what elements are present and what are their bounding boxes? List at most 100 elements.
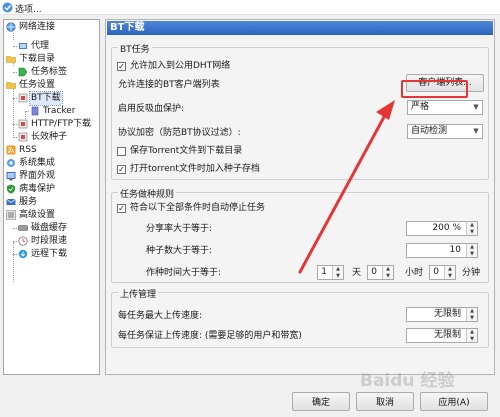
network-icon bbox=[6, 22, 16, 32]
disk-cache-icon bbox=[18, 225, 28, 231]
tree-item-system-integration[interactable]: 系统集成 bbox=[5, 157, 99, 170]
auto-stop-label: 符合以下全部条件时自动停止任务 bbox=[130, 203, 266, 213]
ratio-value: 200 % bbox=[432, 223, 461, 233]
max-upload-input[interactable]: 无限制 ▲ ▼ bbox=[406, 307, 478, 322]
tree-label: Tracker bbox=[43, 106, 76, 116]
encryption-select[interactable]: 自动检测 ▼ bbox=[407, 124, 483, 139]
window-content: 网络连接 代理 下载目录 任务标签 任务设置 BT下载 Tracker HTTP… bbox=[0, 15, 500, 417]
open-torrent-checkbox[interactable]: ✓ bbox=[117, 165, 126, 174]
allowed-clients-label: 允许连接的BT客户端列表 bbox=[118, 80, 220, 90]
hours-value: 0 bbox=[371, 267, 377, 277]
ok-button[interactable]: 确定 bbox=[292, 392, 350, 411]
apply-button[interactable]: 应用(A) bbox=[420, 392, 488, 411]
tree-label: 病毒保护 bbox=[19, 184, 56, 194]
tree-item-download-dir[interactable]: 下载目录 bbox=[5, 53, 99, 66]
max-upload-spinner[interactable]: ▲ ▼ bbox=[466, 308, 477, 321]
tree-item-remote-download[interactable]: 远程下载 bbox=[13, 248, 99, 261]
minutes-input[interactable]: 0 ▲ ▼ bbox=[429, 265, 456, 280]
tree-item-appearance[interactable]: 界面外观 bbox=[5, 170, 99, 183]
panel-title: BT下载 bbox=[107, 21, 493, 35]
tree-item-task-tags[interactable]: 任务标签 bbox=[13, 66, 99, 79]
tree-label: 时段限速 bbox=[31, 236, 68, 246]
watermark: Baidu 经验 bbox=[360, 371, 455, 391]
tree-item-long-seed[interactable]: 长效种子 bbox=[13, 131, 99, 144]
tree-label: 任务设置 bbox=[19, 80, 56, 90]
ratio-spinner[interactable]: ▲ ▼ bbox=[466, 222, 477, 235]
tree-label: 网络连接 bbox=[19, 22, 56, 32]
tree-item-disk-cache[interactable]: 磁盘缓存 bbox=[13, 222, 99, 235]
speed-limit-icon bbox=[18, 236, 28, 246]
advanced-settings-icon bbox=[6, 210, 16, 220]
guarantee-upload-label: 每任务保证上传速度: (需要足够的用户和带宽) bbox=[118, 331, 302, 341]
max-upload-label: 每任务最大上传速度: bbox=[118, 311, 203, 321]
hours-input[interactable]: 0 ▲ ▼ bbox=[367, 265, 394, 280]
save-torrent-checkbox[interactable] bbox=[117, 147, 126, 156]
tree-label: 远程下载 bbox=[31, 249, 68, 259]
proxy-icon bbox=[19, 43, 27, 49]
http-ftp-icon bbox=[18, 119, 28, 129]
tree-label: 长效种子 bbox=[31, 132, 68, 142]
upload-management-group: 上传管理 每任务最大上传速度: 无限制 ▲ ▼ 每任务保证上传速度: (需要足够的… bbox=[111, 287, 489, 348]
tree-label: 界面外观 bbox=[19, 171, 56, 181]
annotation-highlight-box bbox=[401, 80, 468, 98]
task-settings-icon bbox=[6, 82, 16, 89]
bt-task-group: BT任务 ✓ 允许加入到公用DHT网络 允许连接的BT客户端列表 客户端列表..… bbox=[111, 42, 489, 180]
days-spinner[interactable]: ▲ ▼ bbox=[332, 266, 343, 279]
window-title: 选项... bbox=[15, 5, 42, 15]
tracker-icon bbox=[31, 106, 39, 116]
minutes-spinner[interactable]: ▲ ▼ bbox=[444, 266, 455, 279]
guarantee-upload-input[interactable]: 无限制 ▲ ▼ bbox=[406, 328, 478, 343]
minutes-unit: 分钟 bbox=[462, 268, 481, 278]
tree-label: HTTP/FTP下载 bbox=[31, 119, 92, 129]
tree-item-advanced[interactable]: 高级设置 bbox=[5, 209, 99, 222]
shield-icon bbox=[7, 184, 15, 194]
encryption-label: 协议加密（防范BT协议过滤）: bbox=[118, 128, 241, 138]
remote-download-icon bbox=[18, 249, 28, 259]
tree-item-speed-limit[interactable]: 时段限速 bbox=[13, 235, 99, 248]
tree-label: 服务 bbox=[19, 197, 38, 207]
tree-item-tracker[interactable]: Tracker bbox=[25, 105, 99, 118]
group-title: 任务做种规则 bbox=[118, 187, 177, 200]
tree-label: 任务标签 bbox=[31, 67, 68, 77]
tree-item-http-ftp[interactable]: HTTP/FTP下载 bbox=[13, 118, 99, 131]
anti-leech-select[interactable]: 严格 ▼ bbox=[407, 100, 483, 115]
tree-item-task-settings[interactable]: 任务设置 bbox=[5, 79, 99, 92]
tree-label: RSS bbox=[19, 145, 37, 155]
dht-checkbox[interactable]: ✓ bbox=[117, 62, 126, 71]
seeding-rules-group: 任务做种规则 ✓ 符合以下全部条件时自动停止任务 分享率大于等于: 200 % … bbox=[111, 187, 489, 283]
encryption-value: 自动检测 bbox=[411, 126, 448, 136]
days-unit: 天 bbox=[352, 268, 362, 278]
tree-label: 代理 bbox=[31, 41, 50, 51]
seeds-input[interactable]: 10 ▲ ▼ bbox=[406, 243, 478, 258]
hours-spinner[interactable]: ▲ ▼ bbox=[382, 266, 393, 279]
tree-item-bt-download[interactable]: BT下载 bbox=[13, 91, 99, 106]
chevron-down-icon: ▼ bbox=[473, 127, 479, 135]
ratio-input[interactable]: 200 % ▲ ▼ bbox=[406, 221, 478, 236]
tree-item-proxy[interactable]: 代理 bbox=[13, 40, 99, 53]
days-value: 1 bbox=[321, 267, 327, 277]
tag-icon bbox=[18, 67, 28, 77]
service-icon bbox=[6, 198, 16, 205]
tree-item-virus-protection[interactable]: 病毒保护 bbox=[5, 183, 99, 196]
group-title: 上传管理 bbox=[118, 287, 159, 300]
settings-panel: BT下载 BT任务 ✓ 允许加入到公用DHT网络 允许连接的BT客户端列表 客户… bbox=[105, 19, 495, 375]
days-input[interactable]: 1 ▲ ▼ bbox=[317, 265, 344, 280]
dht-label: 允许加入到公用DHT网络 bbox=[130, 61, 231, 71]
title-bar: 选项... bbox=[0, 0, 500, 15]
tree-item-service[interactable]: 服务 bbox=[5, 196, 99, 209]
tree-item-rss[interactable]: RSS bbox=[5, 144, 99, 157]
anti-leech-label: 启用反吸血保护: bbox=[118, 104, 185, 114]
guarantee-upload-spinner[interactable]: ▲ ▼ bbox=[466, 329, 477, 342]
group-title: BT任务 bbox=[118, 42, 152, 55]
tree-label: 磁盘缓存 bbox=[31, 223, 68, 233]
options-tree[interactable]: 网络连接 代理 下载目录 任务标签 任务设置 BT下载 Tracker HTTP… bbox=[3, 19, 100, 375]
max-upload-value: 无限制 bbox=[433, 309, 461, 319]
tree-item-network[interactable]: 网络连接 bbox=[5, 21, 99, 34]
auto-stop-checkbox[interactable]: ✓ bbox=[117, 204, 126, 213]
tree-label: 高级设置 bbox=[19, 210, 56, 220]
seeds-spinner[interactable]: ▲ ▼ bbox=[466, 244, 477, 257]
cancel-button[interactable]: 取消 bbox=[356, 392, 414, 411]
bt-icon bbox=[18, 93, 28, 103]
open-torrent-label: 打开torrent文件时加入种子存档 bbox=[130, 164, 260, 174]
seeds-label: 种子数大于等于: bbox=[146, 246, 213, 256]
